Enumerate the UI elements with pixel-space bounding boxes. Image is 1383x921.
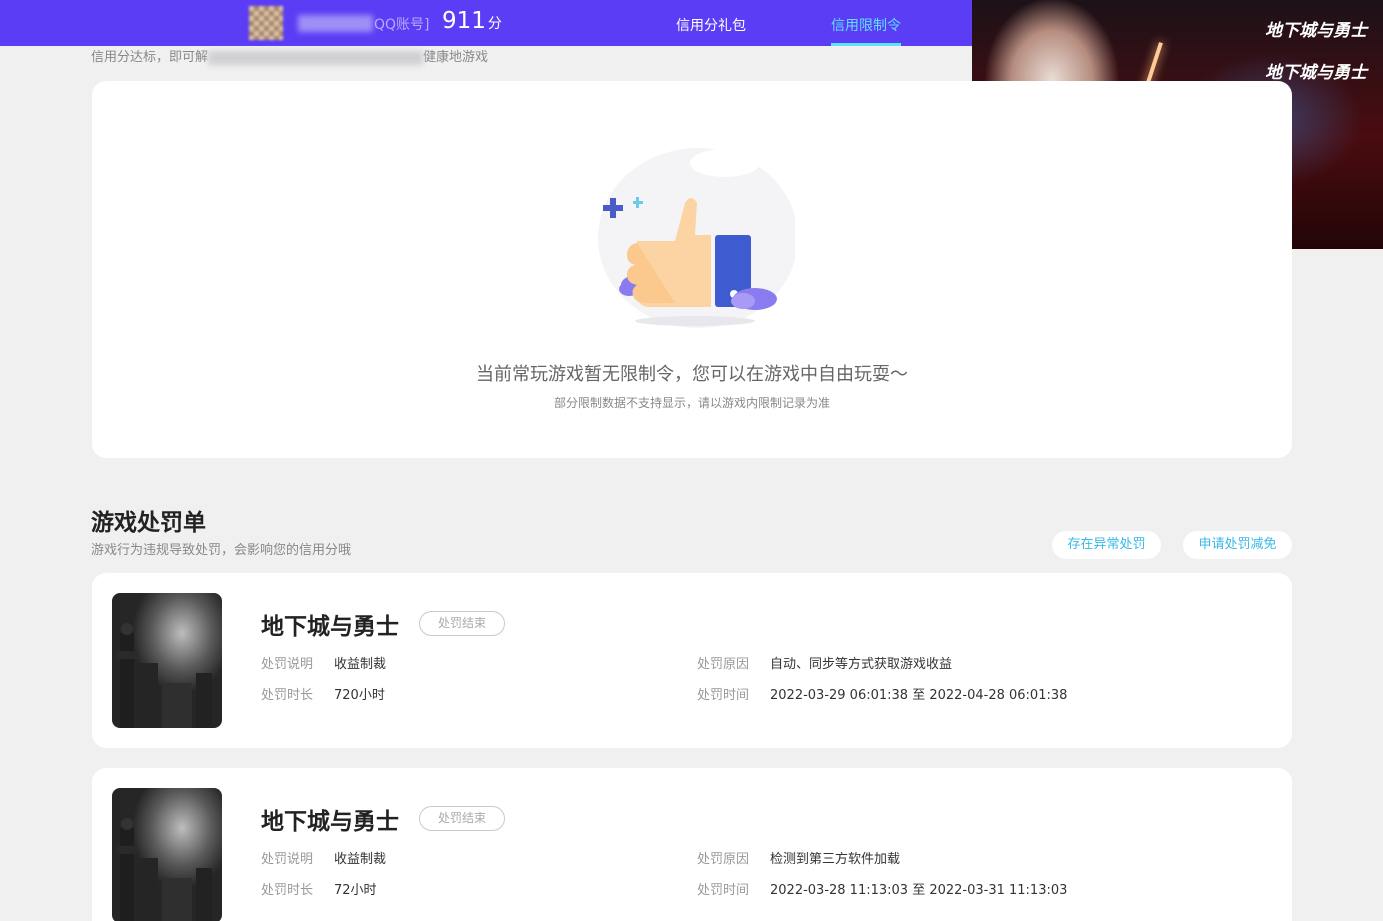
report-abnormal-penalty-button[interactable]: 存在异常处罚: [1052, 531, 1161, 559]
penalty-reason-label: 处罚原因: [697, 657, 750, 672]
qq-account-label: QQ账号]: [374, 17, 430, 33]
tab-credit-gift[interactable]: 信用分礼包: [676, 15, 746, 35]
penalty-time-value: 2022-03-29 06:01:38 至 2022-04-28 06:01:3…: [770, 688, 1068, 703]
restriction-status-card: 当前常玩游戏暂无限制令，您可以在游戏中自由玩耍～ 部分限制数据不支持显示，请以游…: [92, 81, 1292, 458]
penalty-status-badge: 处罚结束: [419, 611, 505, 636]
penalty-desc-label: 处罚说明: [261, 852, 314, 867]
score-unit: 分: [487, 16, 502, 32]
penalty-section-title: 游戏处罚单: [91, 510, 206, 536]
banner-logo: 地下城与勇士: [1265, 21, 1367, 41]
penalty-reason-value: 检测到第三方软件加载: [770, 852, 901, 867]
credit-subtitle: 信用分达标，即可解 健康地游戏: [91, 46, 488, 65]
banner-logo: 地下城与勇士: [1265, 63, 1367, 83]
penalty-reason-value: 自动、同步等方式获取游戏收益: [770, 657, 953, 672]
no-restriction-message: 当前常玩游戏暂无限制令，您可以在游戏中自由玩耍～: [476, 364, 908, 385]
credit-score: 911 分: [442, 8, 502, 34]
penalty-desc-value: 收益制裁: [334, 657, 387, 672]
subtitle-suffix: 健康地游戏: [423, 50, 489, 65]
game-thumbnail[interactable]: [112, 788, 222, 921]
score-value: 911: [442, 8, 486, 34]
penalty-duration-value: 72小时: [334, 883, 377, 898]
tab-credit-restriction[interactable]: 信用限制令: [831, 15, 901, 35]
penalty-time-value: 2022-03-28 11:13:03 至 2022-03-31 11:13:0…: [770, 883, 1068, 898]
game-name: 地下城与勇士: [261, 809, 399, 835]
penalty-duration-value: 720小时: [334, 688, 385, 703]
game-thumbnail[interactable]: [112, 593, 222, 728]
penalty-desc-value: 收益制裁: [334, 852, 387, 867]
apply-penalty-reduction-button[interactable]: 申请处罚减免: [1183, 531, 1292, 559]
subtitle-prefix: 信用分达标，即可解: [91, 50, 209, 65]
penalty-duration-label: 处罚时长: [261, 688, 314, 703]
restriction-note: 部分限制数据不支持显示，请以游戏内限制记录为准: [553, 396, 830, 410]
penalty-duration-label: 处罚时长: [261, 883, 314, 898]
game-name: 地下城与勇士: [261, 614, 399, 640]
penalty-section-desc: 游戏行为违规导致处罚，会影响您的信用分哦: [91, 543, 352, 558]
thumbs-up-illustration: [598, 148, 795, 328]
subtitle-redacted: [208, 50, 424, 65]
nickname-redacted: [298, 15, 373, 32]
penalty-card: 地下城与勇士 处罚结束 处罚说明 收益制裁 处罚时长 72小时 处罚原因 检测到…: [92, 768, 1292, 921]
penalty-time-label: 处罚时间: [697, 688, 750, 703]
penalty-reason-label: 处罚原因: [697, 852, 750, 867]
penalty-status-badge: 处罚结束: [419, 806, 505, 831]
penalty-desc-label: 处罚说明: [261, 657, 314, 672]
avatar[interactable]: [249, 6, 283, 40]
penalty-time-label: 处罚时间: [697, 883, 750, 898]
active-tab-indicator: [831, 43, 901, 46]
penalty-card: 地下城与勇士 处罚结束 处罚说明 收益制裁 处罚时长 720小时 处罚原因 自动…: [92, 573, 1292, 748]
